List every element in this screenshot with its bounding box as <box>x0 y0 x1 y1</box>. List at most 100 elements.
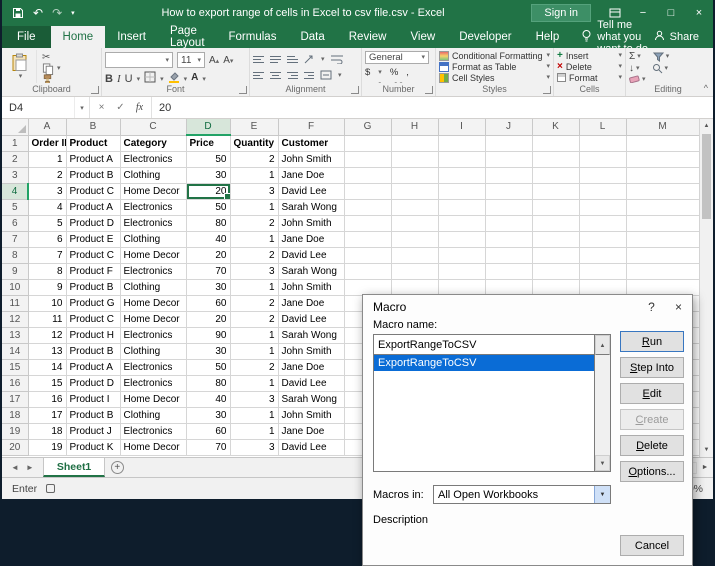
cell-D14[interactable]: 30 <box>186 343 230 359</box>
cell-I7[interactable] <box>438 231 485 247</box>
cell-K4[interactable] <box>532 183 579 199</box>
cell-E6[interactable]: 2 <box>230 215 278 231</box>
row-header-12[interactable]: 12 <box>2 311 28 327</box>
formula-input[interactable]: 20 <box>152 97 713 118</box>
macro-name-input[interactable] <box>374 335 594 355</box>
col-header-J[interactable]: J <box>485 119 532 135</box>
cell-K3[interactable] <box>532 167 579 183</box>
cell-C10[interactable]: Clothing <box>120 279 186 295</box>
cell-I9[interactable] <box>438 263 485 279</box>
cell-C2[interactable]: Electronics <box>120 151 186 167</box>
cell-M3[interactable] <box>626 167 699 183</box>
cell-I8[interactable] <box>438 247 485 263</box>
cell-F19[interactable]: Jane Doe <box>278 423 344 439</box>
cell-A8[interactable]: 7 <box>28 247 66 263</box>
accounting-format-button[interactable]: $ <box>365 67 370 78</box>
tab-home[interactable]: Home <box>51 26 106 48</box>
cell-A5[interactable]: 4 <box>28 199 66 215</box>
run-button[interactable]: Run <box>620 331 684 352</box>
cell-I4[interactable] <box>438 183 485 199</box>
row-header-11[interactable]: 11 <box>2 295 28 311</box>
row-header-19[interactable]: 19 <box>2 423 28 439</box>
step-into-button[interactable]: Step Into <box>620 357 684 378</box>
format-painter-button[interactable] <box>42 74 61 83</box>
cell-B11[interactable]: Product G <box>66 295 120 311</box>
cell-E19[interactable]: 1 <box>230 423 278 439</box>
cell-L9[interactable] <box>579 263 626 279</box>
col-header-K[interactable]: K <box>532 119 579 135</box>
cell-B15[interactable]: Product A <box>66 359 120 375</box>
cell-H8[interactable] <box>391 247 438 263</box>
cell-F13[interactable]: Sarah Wong <box>278 327 344 343</box>
cell-F8[interactable]: David Lee <box>278 247 344 263</box>
cell-D12[interactable]: 20 <box>186 311 230 327</box>
cell-E8[interactable]: 2 <box>230 247 278 263</box>
col-header-F[interactable]: F <box>278 119 344 135</box>
cell-C1[interactable]: Category <box>120 135 186 151</box>
cell-E10[interactable]: 1 <box>230 279 278 295</box>
sheet-tab-sheet1[interactable]: Sheet1 <box>43 458 105 477</box>
cell-J1[interactable] <box>485 135 532 151</box>
cell-C18[interactable]: Clothing <box>120 407 186 423</box>
cell-G9[interactable] <box>344 263 391 279</box>
cell-J5[interactable] <box>485 199 532 215</box>
row-header-6[interactable]: 6 <box>2 215 28 231</box>
cell-A13[interactable]: 12 <box>28 327 66 343</box>
cell-J7[interactable] <box>485 231 532 247</box>
cell-D6[interactable]: 80 <box>186 215 230 231</box>
cell-B14[interactable]: Product B <box>66 343 120 359</box>
row-header-17[interactable]: 17 <box>2 391 28 407</box>
delete-button[interactable]: Delete <box>620 435 684 456</box>
cell-B19[interactable]: Product J <box>66 423 120 439</box>
cell-F6[interactable]: John Smith <box>278 215 344 231</box>
cell-L8[interactable] <box>579 247 626 263</box>
col-header-C[interactable]: C <box>120 119 186 135</box>
dialog-help-button[interactable]: ? <box>638 296 665 318</box>
cell-D15[interactable]: 50 <box>186 359 230 375</box>
cell-F14[interactable]: John Smith <box>278 343 344 359</box>
cell-F16[interactable]: David Lee <box>278 375 344 391</box>
cell-B16[interactable]: Product D <box>66 375 120 391</box>
cell-L1[interactable] <box>579 135 626 151</box>
cell-D11[interactable]: 60 <box>186 295 230 311</box>
cell-D4[interactable]: 20 <box>186 183 230 199</box>
cell-E16[interactable]: 1 <box>230 375 278 391</box>
cell-F4[interactable]: David Lee <box>278 183 344 199</box>
tab-insert[interactable]: Insert <box>105 26 158 48</box>
font-name-dropdown[interactable]: ▾ <box>105 52 173 68</box>
cell-D10[interactable]: 30 <box>186 279 230 295</box>
cell-B4[interactable]: Product C <box>66 183 120 199</box>
cell-M10[interactable] <box>626 279 699 295</box>
cell-E12[interactable]: 2 <box>230 311 278 327</box>
cell-C17[interactable]: Home Decor <box>120 391 186 407</box>
cell-B1[interactable]: Product <box>66 135 120 151</box>
increase-font-size-button[interactable]: A▴ <box>209 55 219 66</box>
font-size-dropdown[interactable]: 11▾ <box>177 52 205 68</box>
cell-H2[interactable] <box>391 151 438 167</box>
cell-B17[interactable]: Product I <box>66 391 120 407</box>
cell-F2[interactable]: John Smith <box>278 151 344 167</box>
cell-A3[interactable]: 2 <box>28 167 66 183</box>
row-header-9[interactable]: 9 <box>2 263 28 279</box>
cell-C15[interactable]: Electronics <box>120 359 186 375</box>
cell-M8[interactable] <box>626 247 699 263</box>
cell-B8[interactable]: Product C <box>66 247 120 263</box>
tab-formulas[interactable]: Formulas <box>217 26 289 48</box>
cell-F20[interactable]: David Lee <box>278 439 344 455</box>
cell-A12[interactable]: 11 <box>28 311 66 327</box>
cell-I10[interactable] <box>438 279 485 295</box>
cell-I5[interactable] <box>438 199 485 215</box>
row-header-4[interactable]: 4 <box>2 183 28 199</box>
cell-B10[interactable]: Product B <box>66 279 120 295</box>
cell-I1[interactable] <box>438 135 485 151</box>
row-header-15[interactable]: 15 <box>2 359 28 375</box>
cell-C8[interactable]: Home Decor <box>120 247 186 263</box>
redo-icon[interactable]: ↷ <box>52 7 62 19</box>
cell-H3[interactable] <box>391 167 438 183</box>
cell-F10[interactable]: John Smith <box>278 279 344 295</box>
cell-B20[interactable]: Product K <box>66 439 120 455</box>
cell-A17[interactable]: 16 <box>28 391 66 407</box>
scroll-up-icon[interactable]: ▲ <box>595 335 610 355</box>
cell-K6[interactable] <box>532 215 579 231</box>
comma-style-button[interactable]: , <box>406 67 409 78</box>
